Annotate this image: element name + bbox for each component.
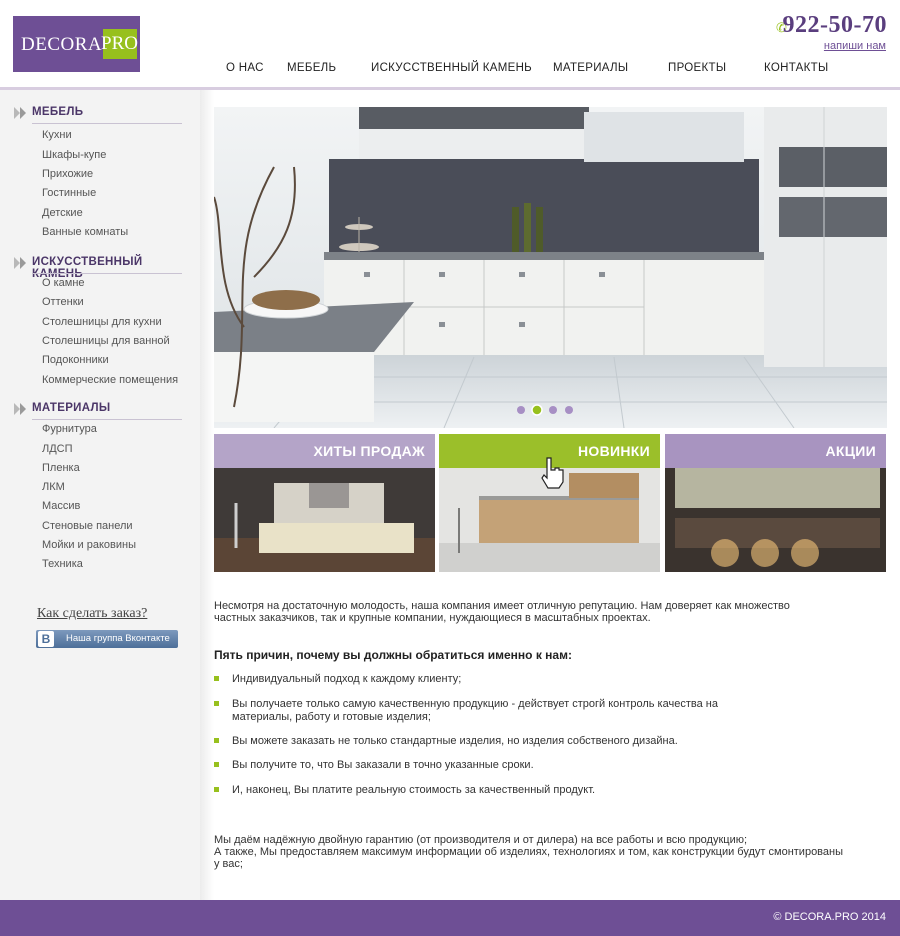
list-bullet [214, 762, 219, 767]
sidebar-category-furniture[interactable]: МЕБЕЛЬ [14, 105, 182, 124]
nav-item-artificial-stone[interactable]: ИСКУССТВЕННЫЙ КАМЕНЬ [371, 62, 532, 74]
list-bullet [214, 738, 219, 743]
sidebar-item-window-sills[interactable]: Подоконники [42, 354, 109, 366]
slider-dot-active[interactable] [531, 404, 543, 416]
category-underline [32, 123, 182, 124]
promo-title: АКЦИИ [825, 443, 876, 459]
category-underline [32, 419, 182, 420]
copyright: © DECORA.PRO 2014 [773, 911, 886, 923]
logo-text-right: PRO [101, 29, 138, 59]
sidebar-item-hardware[interactable]: Фурнитура [42, 423, 97, 435]
category-title: МЕБЕЛЬ [32, 106, 84, 118]
guarantee-line-2: А также, Мы предоставляем максимум инфор… [214, 846, 844, 870]
top-navigation: О НАС МЕБЕЛЬ ИСКУССТВЕННЫЙ КАМЕНЬ МАТЕРИ… [0, 62, 900, 80]
sidebar-item-kitchen-countertops[interactable]: Столешницы для кухни [42, 316, 162, 328]
promo-sales[interactable]: АКЦИИ [665, 434, 886, 572]
guarantee-line-1: Мы даём надёжную двойную гарантию (от пр… [214, 834, 748, 846]
list-bullet [214, 701, 219, 706]
vk-logo-icon: B [38, 631, 54, 647]
double-chevron-right-icon [14, 403, 27, 415]
promo-title: ХИТЫ ПРОДАЖ [313, 443, 425, 459]
sidebar-item-film[interactable]: Пленка [42, 462, 80, 474]
slider-dot[interactable] [549, 406, 557, 414]
promo-bestsellers[interactable]: ХИТЫ ПРОДАЖ [214, 434, 435, 572]
slider-dot[interactable] [517, 406, 525, 414]
sidebar-category-materials[interactable]: МАТЕРИАЛЫ [14, 401, 182, 420]
sidebar-item-hallways[interactable]: Прихожие [42, 168, 93, 180]
sidebar-item-living-rooms[interactable]: Гостинные [42, 187, 96, 199]
nav-item-furniture[interactable]: МЕБЕЛЬ [287, 62, 336, 74]
footer: © DECORA.PRO 2014 [0, 900, 900, 936]
slider-dot[interactable] [565, 406, 573, 414]
hand-cursor-icon [541, 457, 564, 489]
sidebar [0, 90, 200, 900]
sidebar-category-artificial-stone[interactable]: ИСКУССТВЕННЫЙ КАМЕНЬ [14, 255, 182, 280]
sidebar-item-solid-wood[interactable]: Массив [42, 500, 80, 512]
guarantee-text: Мы даём надёжную двойную гарантию (от пр… [214, 834, 844, 870]
nav-item-materials[interactable]: МАТЕРИАЛЫ [553, 62, 628, 74]
vk-group-button[interactable]: B Наша группа Вконтакте [36, 630, 178, 648]
intro-text: Несмотря на достаточную молодость, наша … [214, 600, 790, 624]
double-chevron-right-icon [14, 107, 27, 119]
sidebar-shadow [200, 90, 214, 900]
sidebar-item-sinks[interactable]: Мойки и раковины [42, 539, 136, 551]
logo-text-left: DECORA. [21, 34, 108, 55]
sidebar-item-bathrooms[interactable]: Ванные комнаты [42, 226, 128, 238]
phone-number: 922-50-70 [782, 12, 887, 38]
sidebar-item-paint[interactable]: ЛКМ [42, 481, 65, 493]
list-bullet [214, 676, 219, 681]
sidebar-item-kids-rooms[interactable]: Детские [42, 207, 83, 219]
sidebar-item-shades[interactable]: Оттенки [42, 296, 84, 308]
promo-photo [214, 468, 435, 572]
nav-item-contacts[interactable]: КОНТАКТЫ [764, 62, 828, 74]
hero-slider[interactable] [214, 107, 887, 428]
sidebar-item-commercial[interactable]: Коммерческие помещения [42, 374, 178, 386]
sidebar-item-wall-panels[interactable]: Стеновые панели [42, 520, 133, 532]
kitchen-photo [214, 107, 887, 428]
write-us-link[interactable]: напиши нам [824, 40, 886, 52]
list-item: И, наконец, Вы платите реальную стоимост… [232, 784, 596, 796]
reasons-heading: Пять причин, почему вы должны обратиться… [214, 648, 572, 662]
sidebar-item-about-stone[interactable]: О камне [42, 277, 85, 289]
sidebar-item-bath-countertops[interactable]: Столешницы для ванной [42, 335, 170, 347]
promo-photo [665, 468, 886, 572]
sidebar-item-wardrobes[interactable]: Шкафы-купе [42, 149, 106, 161]
sidebar-item-kitchens[interactable]: Кухни [42, 129, 72, 141]
list-item: Индивидуальный подход к каждому клиенту; [232, 673, 462, 685]
sidebar-item-appliances[interactable]: Техника [42, 558, 83, 570]
nav-item-projects[interactable]: ПРОЕКТЫ [668, 62, 726, 74]
list-item: Вы можете заказать не только стандартные… [232, 735, 678, 747]
list-bullet [214, 787, 219, 792]
vk-group-label: Наша группа Вконтакте [66, 633, 170, 644]
header: DECORA. PRO ✆ 922-50-70 напиши нам О НАС… [0, 0, 900, 88]
promo-new-arrivals[interactable]: НОВИНКИ [439, 434, 660, 572]
nav-item-about[interactable]: О НАС [226, 62, 264, 74]
list-item: Вы получите то, что Вы заказали в точно … [232, 759, 534, 771]
double-chevron-right-icon [14, 257, 27, 269]
promo-title: НОВИНКИ [578, 443, 650, 459]
list-item: Вы получаете только самую качественную п… [232, 698, 718, 723]
sidebar-item-chipboard[interactable]: ЛДСП [42, 443, 73, 455]
how-to-order-link[interactable]: Как сделать заказ? [37, 606, 147, 622]
category-underline [32, 273, 182, 274]
category-title: МАТЕРИАЛЫ [32, 402, 111, 414]
